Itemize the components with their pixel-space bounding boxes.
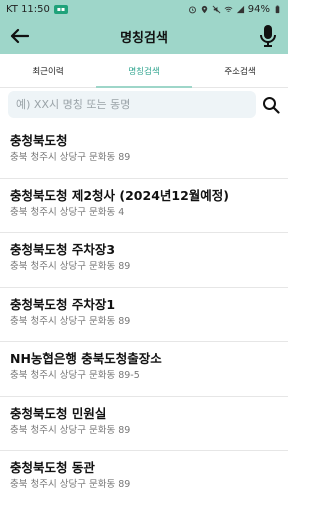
search-button[interactable] <box>260 94 282 116</box>
battery-percent: 94% <box>247 3 270 15</box>
mute-icon <box>212 5 221 13</box>
tab-label: 주소검색 <box>224 67 256 77</box>
place-address: 충북 청주시 상당구 문화동 89 <box>10 479 131 490</box>
place-address: 충북 청주시 상당구 문화동 89-5 <box>10 370 140 381</box>
signal-icon <box>236 5 244 13</box>
app-bar: 명칭검색 <box>0 18 288 54</box>
place-address: 충북 청주시 상당구 문화동 89 <box>10 152 131 163</box>
back-button[interactable] <box>6 24 32 48</box>
location-icon <box>201 5 207 13</box>
tab-name-search[interactable]: 명칭검색 <box>96 54 192 88</box>
place-name: 충청북도청 주차장1 <box>10 296 116 312</box>
place-name: 충청북도청 주차장3 <box>10 242 116 257</box>
status-bar: KT 11:50 ▪▪ 94% <box>0 0 288 18</box>
place-name: NH농협은행 충북도청출장소 <box>10 351 162 366</box>
place-name: 충청북도청 제2청사 (2024년12월예정) <box>10 187 230 203</box>
place-address: 충북 청주시 상당구 문화동 89 <box>10 261 131 272</box>
tab-label: 명칭검색 <box>128 67 160 77</box>
list-item[interactable]: 충청북도청 충북 청주시 상당구 문화동 89 <box>0 124 288 179</box>
tab-recent-history[interactable]: 최근이력 <box>0 54 96 88</box>
alarm-icon <box>188 6 196 13</box>
battery-icon <box>275 5 280 13</box>
search-icon <box>263 97 280 114</box>
place-address: 충북 청주시 상당구 문화동 4 <box>10 206 125 218</box>
microphone-icon <box>260 25 276 47</box>
status-time: KT 11:50 <box>6 3 50 15</box>
results-list: 충청북도청 충북 청주시 상당구 문화동 89 충청북도청 제2청사 (2024… <box>0 124 288 506</box>
arrow-left-icon <box>10 28 29 44</box>
place-name: 충청북도청 동관 <box>10 460 95 475</box>
network-badge-icon: ▪▪ <box>53 4 69 14</box>
list-item[interactable]: 충청북도청 민원실 충북 청주시 상당구 문화동 89 <box>0 397 288 451</box>
list-item[interactable]: 충청북도청 주차장1 충북 청주시 상당구 문화동 89 <box>0 288 288 342</box>
wifi-icon <box>224 6 233 12</box>
tab-bar: 최근이력 명칭검색 주소검색 <box>0 54 288 88</box>
search-input[interactable] <box>8 91 256 118</box>
place-name: 충청북도청 민원실 <box>10 405 107 421</box>
place-name: 충청북도청 <box>10 133 68 148</box>
place-address: 충북 청주시 상당구 문화동 89 <box>10 315 131 327</box>
tab-label: 최근이력 <box>32 67 64 77</box>
list-item[interactable]: 충청북도청 동관 충북 청주시 상당구 문화동 89 <box>0 451 288 506</box>
search-row <box>0 88 288 124</box>
list-item[interactable]: NH농협은행 충북도청출장소 충북 청주시 상당구 문화동 89-5 <box>0 342 288 397</box>
tab-address-search[interactable]: 주소검색 <box>192 54 288 88</box>
voice-search-button[interactable] <box>256 22 280 50</box>
place-address: 충북 청주시 상당구 문화동 89 <box>10 424 131 436</box>
page-title: 명칭검색 <box>120 30 168 46</box>
list-item[interactable]: 충청북도청 주차장3 충북 청주시 상당구 문화동 89 <box>0 233 288 288</box>
list-item[interactable]: 충청북도청 제2청사 (2024년12월예정) 충북 청주시 상당구 문화동 4 <box>0 179 288 233</box>
